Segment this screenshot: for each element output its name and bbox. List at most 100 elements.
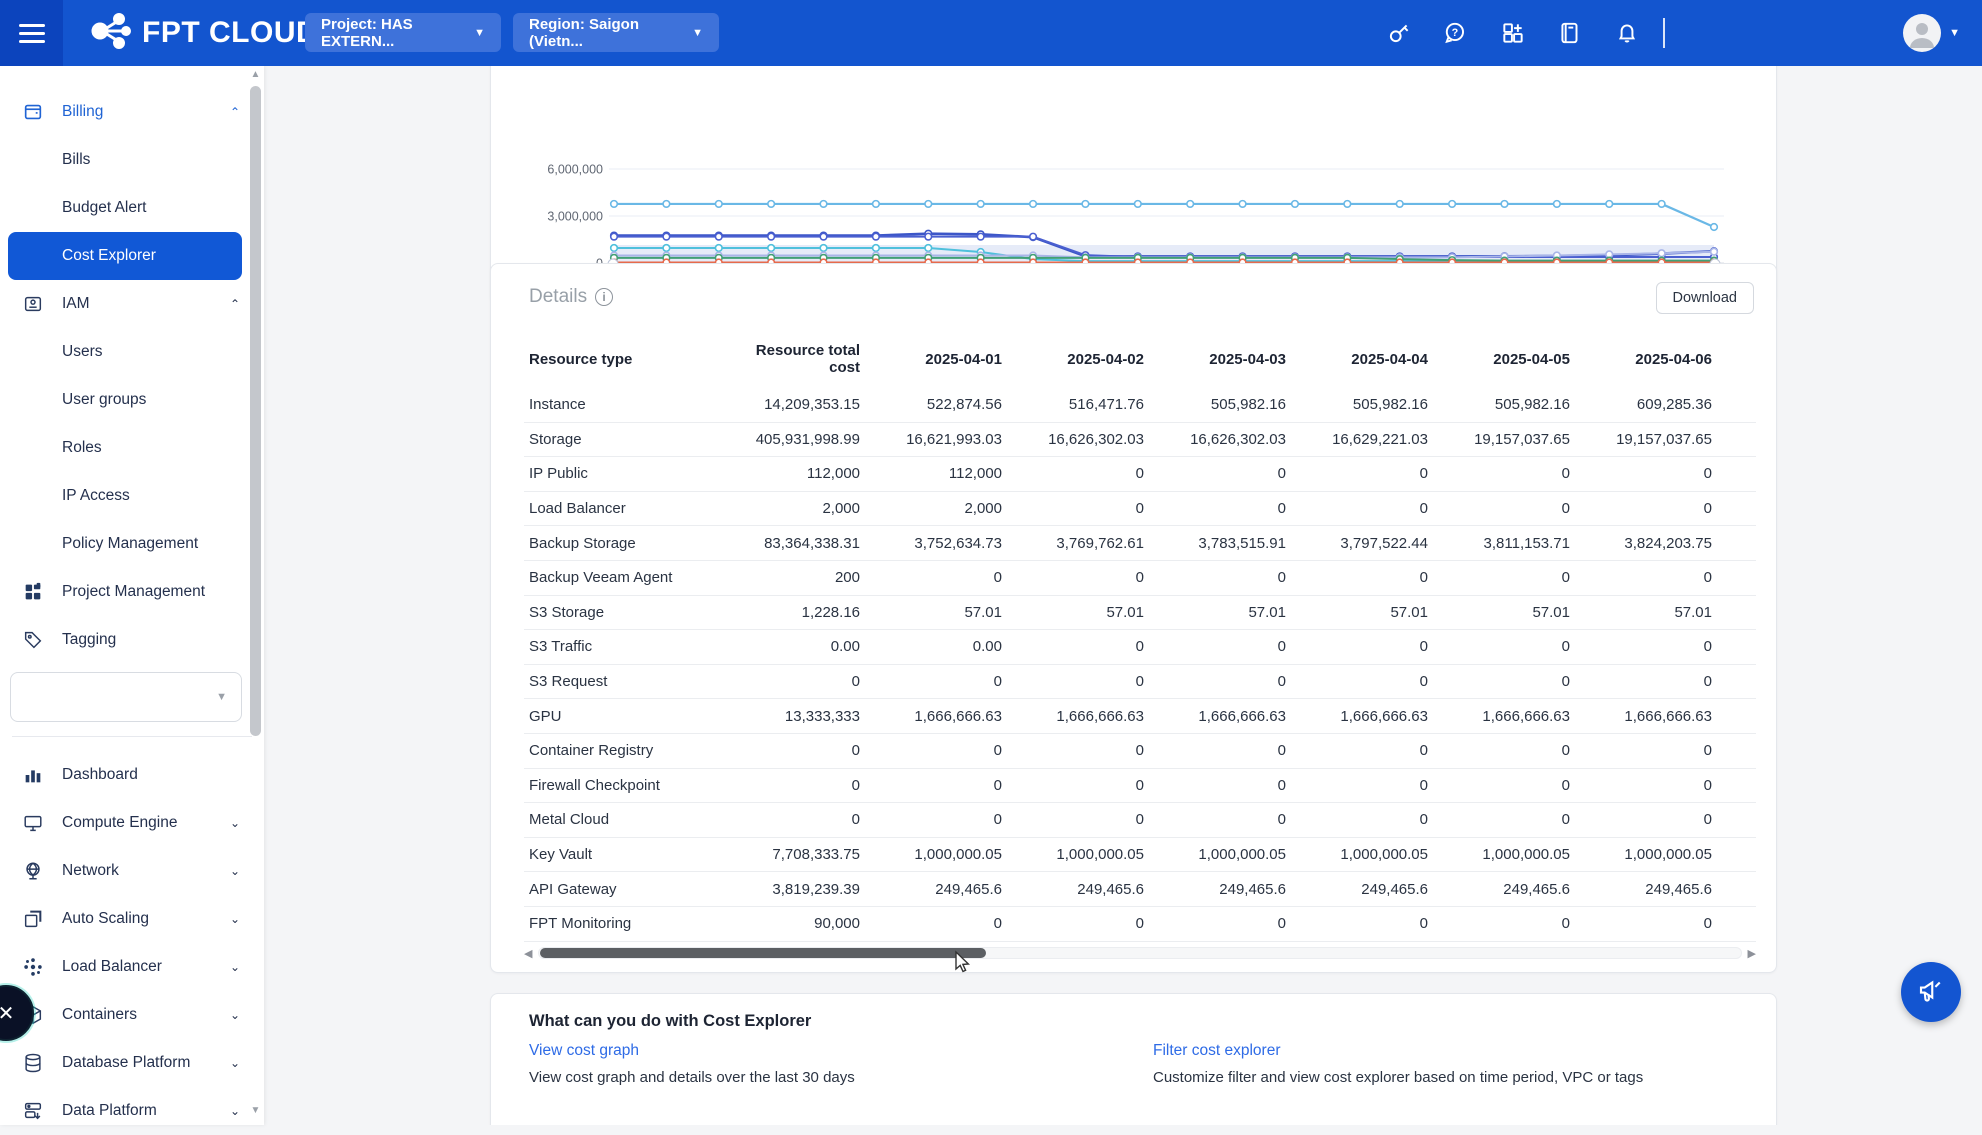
cost-cell: 0 <box>1576 742 1718 759</box>
column-header: 2025-04-04 <box>1292 351 1434 368</box>
brand-logo[interactable]: FPT CLOUD <box>88 0 318 66</box>
resource-type-cell: Container Registry <box>524 742 724 759</box>
cost-cell: 1,666,666.63 <box>866 708 1008 725</box>
cost-cell: 13,333,333 <box>724 708 866 725</box>
fpt-molecule-icon <box>88 11 132 56</box>
sidebar-filter-select[interactable]: ▼ <box>10 672 242 722</box>
resource-type-cell: IP Public <box>524 465 724 482</box>
sidebar-scroll-thumb[interactable] <box>250 86 261 736</box>
cost-cell: 0.00 <box>866 638 1008 655</box>
sidebar-item-data-platform[interactable]: Data Platform⌄ <box>0 1087 264 1135</box>
sidebar-item-containers[interactable]: Containers⌄ <box>0 991 264 1039</box>
cost-cell: 0 <box>1150 915 1292 932</box>
cost-cell: 0 <box>1292 673 1434 690</box>
sidebar-item-billing[interactable]: Billing⌃ <box>0 88 264 136</box>
download-button[interactable]: Download <box>1656 282 1755 314</box>
sidebar-item-cost-explorer[interactable]: Cost Explorer <box>8 232 242 280</box>
sidebar-item-auto-scaling[interactable]: Auto Scaling⌄ <box>0 895 264 943</box>
sidebar-item-database-platform[interactable]: Database Platform⌄ <box>0 1039 264 1087</box>
sidebar-item-bills[interactable]: Bills <box>0 136 264 184</box>
cost-cell: 57.01 <box>1576 604 1718 621</box>
table-row: FPT Monitoring90,000000000 <box>524 907 1756 942</box>
scroll-right-icon[interactable]: ▶ <box>1742 947 1756 960</box>
sidebar-item-tagging[interactable]: Tagging <box>0 616 264 664</box>
menu-icon[interactable] <box>0 0 63 66</box>
sidebar-item-roles[interactable]: Roles <box>0 424 264 472</box>
sidebar-item-policy-management[interactable]: Policy Management <box>0 520 264 568</box>
region-selector[interactable]: Region: Saigon (Vietn... ▼ <box>513 13 719 52</box>
cost-cell: 0 <box>1150 465 1292 482</box>
scrollbar-thumb[interactable] <box>540 948 986 958</box>
announcements-fab[interactable] <box>1901 962 1961 1022</box>
notifications-icon[interactable] <box>1598 0 1655 66</box>
cost-cell: 0 <box>866 811 1008 828</box>
scrollbar-track[interactable] <box>538 947 1742 959</box>
column-header: 2025-04-06 <box>1576 351 1718 368</box>
cost-cell: 0 <box>1008 638 1150 655</box>
docs-icon[interactable] <box>1541 0 1598 66</box>
cost-cell: 0 <box>1150 811 1292 828</box>
dashboard-icon <box>22 764 44 786</box>
chevron-up-icon: ⌃ <box>230 105 240 119</box>
sidebar-item-users[interactable]: Users <box>0 328 264 376</box>
cost-cell: 16,629,221.03 <box>1292 431 1434 448</box>
cost-cell: 57.01 <box>1008 604 1150 621</box>
table-row: S3 Request0000000 <box>524 665 1756 700</box>
cost-cell: 0 <box>1292 811 1434 828</box>
scroll-left-icon[interactable]: ◀ <box>524 947 538 960</box>
sidebar-item-iam[interactable]: IAM⌃ <box>0 280 264 328</box>
cost-cell: 0 <box>1150 742 1292 759</box>
view-cost-graph-link[interactable]: View cost graph <box>529 1042 1089 1060</box>
cost-cell: 0 <box>1150 777 1292 794</box>
support-icon[interactable]: ? <box>1427 0 1484 66</box>
cost-cell: 3,752,634.73 <box>866 535 1008 552</box>
main-content: 03,000,0006,000,00001 Apr 202503 Apr 202… <box>264 66 1982 1125</box>
cost-cell: 1,000,000.05 <box>866 846 1008 863</box>
database-icon <box>22 1052 44 1074</box>
sidebar-item-user-groups[interactable]: User groups <box>0 376 264 424</box>
cost-cell: 249,465.6 <box>1008 881 1150 898</box>
sidebar-divider <box>12 736 252 737</box>
cost-cell: 0 <box>1292 742 1434 759</box>
cost-cell: 0 <box>1008 777 1150 794</box>
scroll-up-icon[interactable]: ▲ <box>249 70 262 82</box>
cost-cell: 0 <box>1434 777 1576 794</box>
svg-text:6,000,000: 6,000,000 <box>547 163 603 177</box>
sidebar-item-compute-engine[interactable]: Compute Engine⌄ <box>0 799 264 847</box>
close-icon: ✕ <box>0 1001 14 1026</box>
resource-type-cell: S3 Storage <box>524 604 724 621</box>
cost-cell: 14,209,353.15 <box>724 396 866 413</box>
sidebar-item-ip-access[interactable]: IP Access <box>0 472 264 520</box>
cost-cell: 0.00 <box>724 638 866 655</box>
sidebar-item-budget-alert[interactable]: Budget Alert <box>0 184 264 232</box>
cost-cell: 0 <box>1008 915 1150 932</box>
resource-type-cell: S3 Request <box>524 673 724 690</box>
column-header: Resource type <box>524 351 724 368</box>
cost-cell: 0 <box>724 811 866 828</box>
cost-cell: 0 <box>1292 569 1434 586</box>
scroll-down-icon[interactable]: ▼ <box>249 1106 262 1118</box>
info-icon[interactable]: i <box>595 288 613 306</box>
cost-cell: 16,626,302.03 <box>1008 431 1150 448</box>
sidebar-item-load-balancer[interactable]: Load Balancer⌄ <box>0 943 264 991</box>
sidebar-item-project-management[interactable]: Project Management <box>0 568 264 616</box>
project-selector[interactable]: Project: HAS EXTERN... ▼ <box>305 13 501 52</box>
key-icon[interactable] <box>1370 0 1427 66</box>
apps-icon[interactable] <box>1484 0 1541 66</box>
cost-cell: 0 <box>724 673 866 690</box>
details-title: Details i <box>529 286 613 308</box>
cost-cell: 3,824,203.75 <box>1576 535 1718 552</box>
cost-cell: 1,228.16 <box>724 604 866 621</box>
cost-cell: 2,000 <box>724 500 866 517</box>
cost-cell: 0 <box>1150 569 1292 586</box>
user-menu[interactable]: ▼ <box>1903 14 1960 52</box>
table-row: API Gateway3,819,239.39249,465.6249,465.… <box>524 872 1756 907</box>
cost-cell: 0 <box>1576 465 1718 482</box>
chevron-up-icon: ⌃ <box>230 297 240 311</box>
megaphone-icon <box>1916 975 1946 1010</box>
resource-type-cell: FPT Monitoring <box>524 915 724 932</box>
filter-cost-explorer-link[interactable]: Filter cost explorer <box>1153 1042 1713 1060</box>
sidebar-item-network[interactable]: Network⌄ <box>0 847 264 895</box>
sidebar-scrollbar: ▲ ▼ <box>249 70 262 1118</box>
sidebar-item-dashboard[interactable]: Dashboard <box>0 751 264 799</box>
